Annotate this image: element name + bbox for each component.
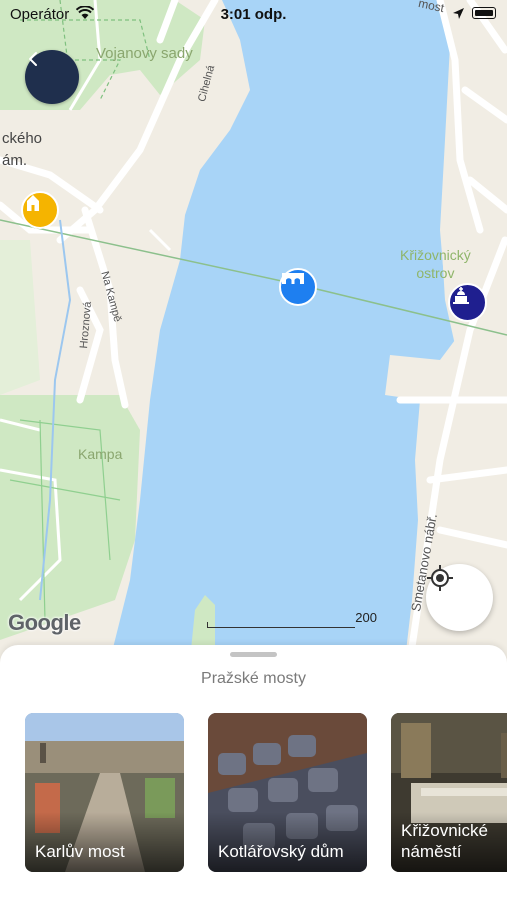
map-view[interactable]: Vojanovy sady ckého ám. Kampa Křižovnick… — [0, 0, 507, 660]
scale-bar — [207, 622, 355, 628]
place-card-krizovnicke-namesti[interactable]: Křižovnické náměstí — [391, 713, 507, 872]
park-label-vojanovy-sady: Vojanovy sady — [96, 45, 193, 62]
scale-label: 200 — [355, 610, 377, 625]
place-card-kotlarovsky-dum[interactable]: Kotlářovský dům — [208, 713, 367, 872]
bottom-sheet[interactable]: Pražské mosty Karlův most Kotlářovský dů… — [0, 645, 507, 900]
place-card-list[interactable]: Karlův most Kotlářovský dům Křižovnické … — [25, 713, 507, 873]
card-label: Karlův most — [35, 842, 125, 861]
bridge-pin[interactable] — [279, 268, 317, 306]
church-icon — [27, 195, 39, 211]
card-label: Kotlářovský dům — [218, 842, 344, 861]
battery-icon — [472, 7, 496, 19]
my-location-button[interactable] — [426, 564, 493, 631]
location-arrow-icon — [453, 8, 464, 19]
monument-pin[interactable] — [448, 283, 487, 322]
back-button[interactable] — [25, 50, 79, 104]
square-label-partial-1: ckého — [2, 130, 43, 147]
sheet-title: Pražské mosty — [201, 670, 306, 687]
place-card-karluv-most[interactable]: Karlův most — [25, 713, 184, 872]
google-logo: Google — [8, 610, 81, 636]
bridge-icon — [282, 273, 304, 284]
church-pin[interactable] — [21, 191, 59, 229]
square-label-partial-2: ám. — [2, 152, 28, 169]
clock: 3:01 odp. — [220, 6, 287, 23]
monument-icon — [453, 287, 469, 304]
chevron-left-icon — [29, 52, 37, 66]
crosshair-icon — [427, 565, 453, 591]
sheet-drag-handle[interactable] — [230, 652, 277, 657]
card-label: Křižovnické náměstí — [401, 821, 488, 861]
map-scale: 200 — [207, 610, 377, 628]
status-bar: Operátor 3:01 odp. — [0, 0, 507, 30]
park-label-kampa: Kampa — [78, 446, 123, 462]
google-attribution: Google — [8, 610, 81, 635]
island-label: Křižovnický ostrov — [400, 247, 471, 281]
